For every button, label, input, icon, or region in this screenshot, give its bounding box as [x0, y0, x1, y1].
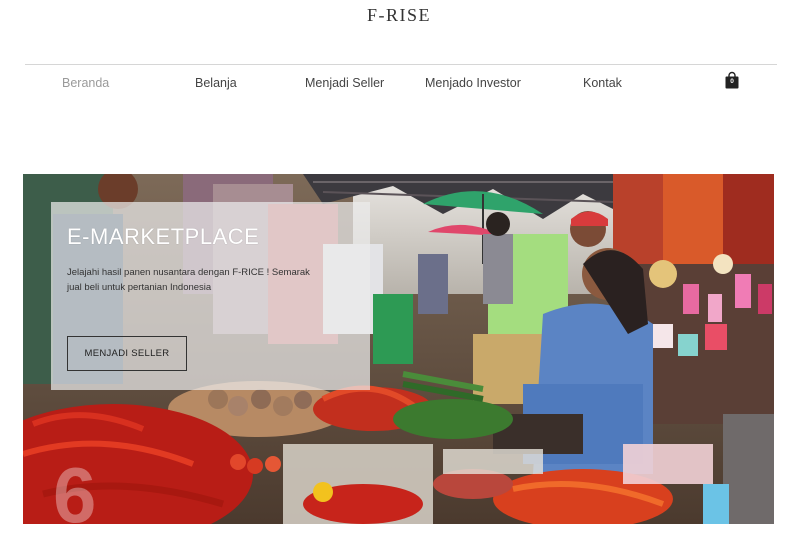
- nav-item-kontak[interactable]: Kontak: [583, 76, 622, 90]
- watermark-logo: 6: [53, 451, 96, 524]
- hero-description: Jelajahi hasil panen nusantara dengan F-…: [67, 267, 310, 293]
- cart-button[interactable]: 0: [724, 71, 740, 89]
- nav-divider: [25, 64, 777, 65]
- nav-item-menjado-investor[interactable]: Menjado Investor: [425, 76, 521, 90]
- hero-overlay-card: E-MARKETPLACE Jelajahi hasil panen nusan…: [51, 202, 370, 390]
- nav-item-menjadi-seller[interactable]: Menjadi Seller: [305, 76, 384, 90]
- hero-title: E-MARKETPLACE: [67, 224, 260, 249]
- nav-item-beranda[interactable]: Beranda: [62, 76, 109, 90]
- menjadi-seller-button[interactable]: MENJADI SELLER: [67, 336, 187, 371]
- cart-count-badge: 0: [730, 78, 734, 85]
- site-title[interactable]: F-RISE: [0, 5, 792, 26]
- nav-item-belanja[interactable]: Belanja: [195, 76, 237, 90]
